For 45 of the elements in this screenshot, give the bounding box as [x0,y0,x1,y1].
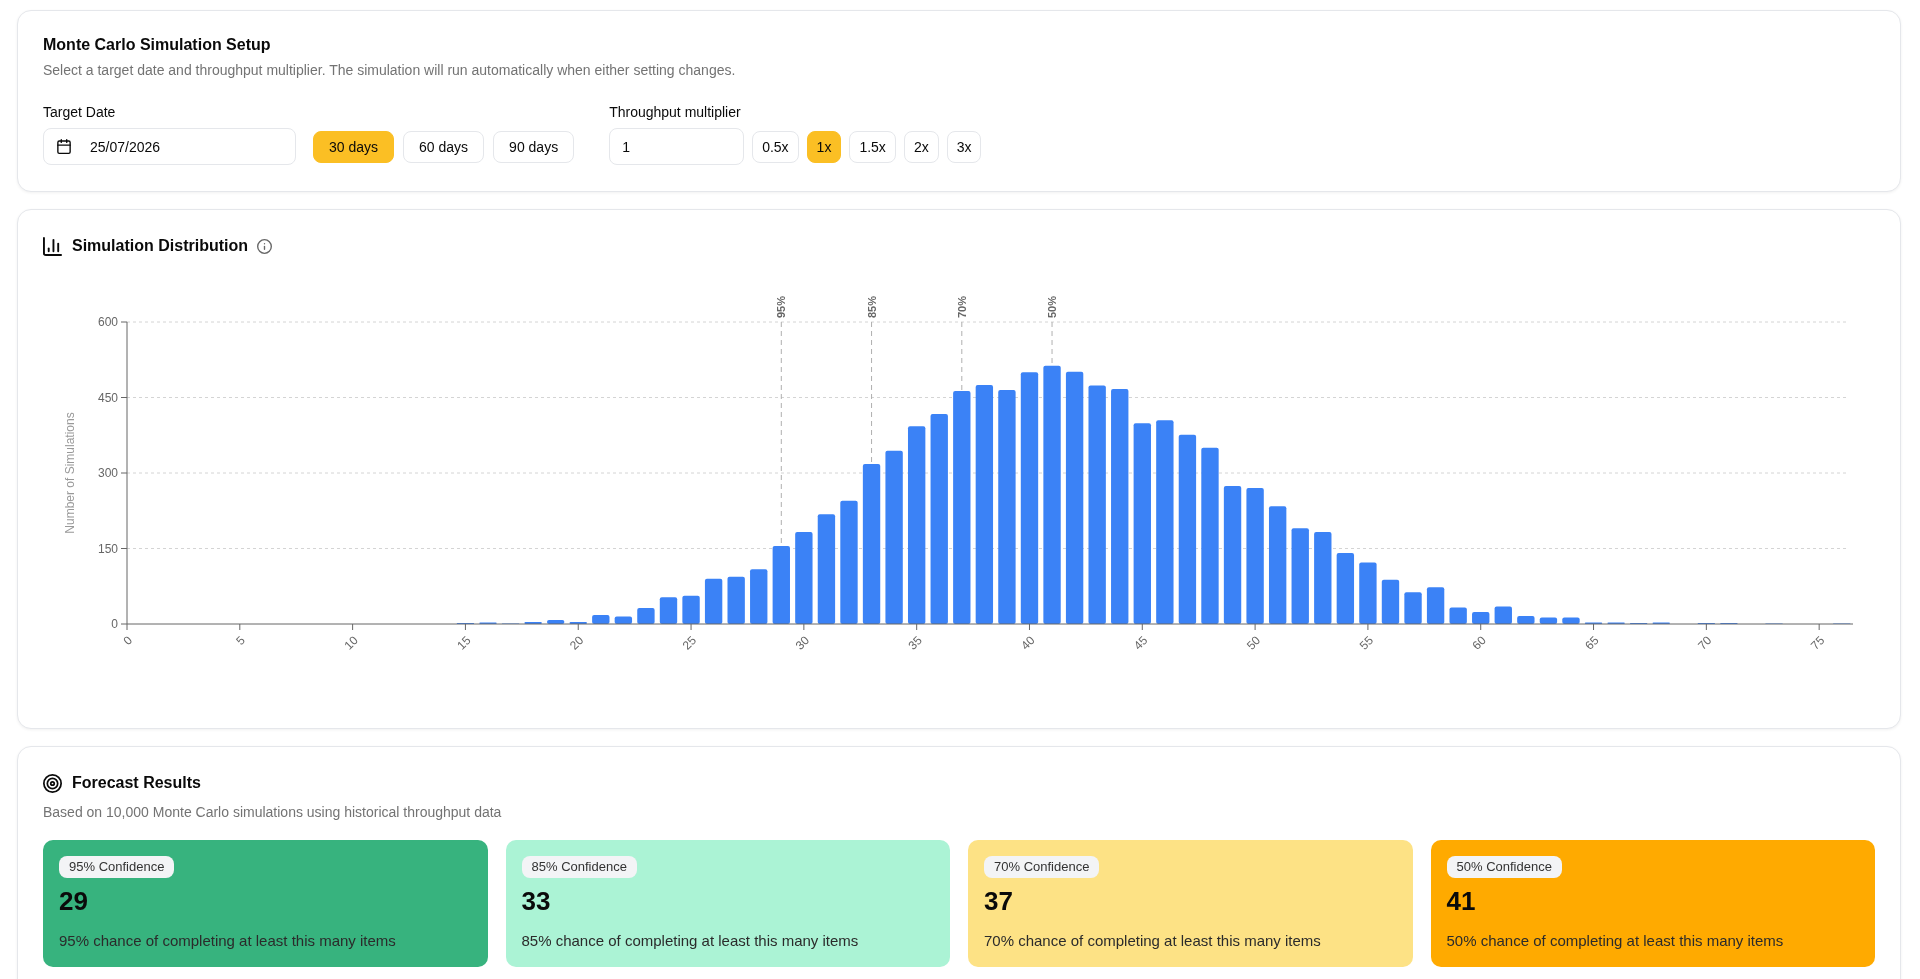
axis-title: Number of Simulations [63,412,77,534]
axis-tick-label: 70 [1695,633,1715,653]
field-label: Target Date [43,103,117,121]
percentile-label: 50% [1046,295,1059,318]
percentile-label: 85% [865,295,878,318]
axis-tick-label: 0 [120,633,136,648]
axis-tick-label: 60 [1469,633,1489,653]
panel-title: Forecast Results [72,773,201,793]
result-value: 37 [984,886,1013,916]
percentile-label: 70% [955,295,968,318]
axis-tick-label: 40 [1018,633,1038,653]
panel-title: Monte Carlo Simulation Setup [43,35,272,55]
axis-tick-label: 450 [97,390,118,405]
axis-tick-label: 55 [1356,633,1377,653]
axis-tick-label: 45 [1131,633,1151,653]
result-caption: 85% chance of completing at least this many items [521,932,859,950]
axis-tick-label: 20 [567,633,587,653]
panel-description: Based on 10,000 Monte Carlo simulations using historical throughput data [43,803,503,821]
result-value: 33 [521,886,551,916]
axis-tick-label: 35 [905,633,925,653]
axis-tick-label: 150 [97,541,118,556]
confidence-badge: 70% Confidence [984,856,1100,878]
confidence-badge: 95% Confidence [59,856,175,878]
result-value: 41 [1446,886,1476,916]
axis-tick-label: 5 [233,633,248,648]
confidence-badge: 85% Confidence [521,856,637,878]
panel-title: Simulation Distribution [72,236,248,256]
axis-tick-label: 65 [1582,633,1602,653]
result-caption: 95% chance of completing at least this many items [59,932,396,950]
result-caption: 50% chance of completing at least this many items [1446,932,1784,950]
panel-description: Select a target date and throughput multiplier. The simulation will run automatically when either setting changes. [43,61,737,79]
axis-tick-label: 10 [341,633,361,653]
axis-tick-label: 300 [97,466,118,480]
result-value: 29 [59,886,88,916]
percentile-label: 95% [775,295,788,318]
axis-tick-label: 75 [1807,633,1828,653]
axis-tick-label: 30 [792,633,812,653]
confidence-badge: 50% Confidence [1446,856,1562,878]
field-label: Throughput multiplier [609,103,742,121]
axis-tick-label: 15 [454,633,474,653]
axis-tick-label: 600 [97,315,118,329]
result-caption: 70% chance of completing at least this many items [984,932,1321,950]
axis-tick-label: 0 [111,617,118,631]
axis-tick-label: 25 [679,633,700,653]
axis-tick-label: 50 [1243,633,1264,653]
